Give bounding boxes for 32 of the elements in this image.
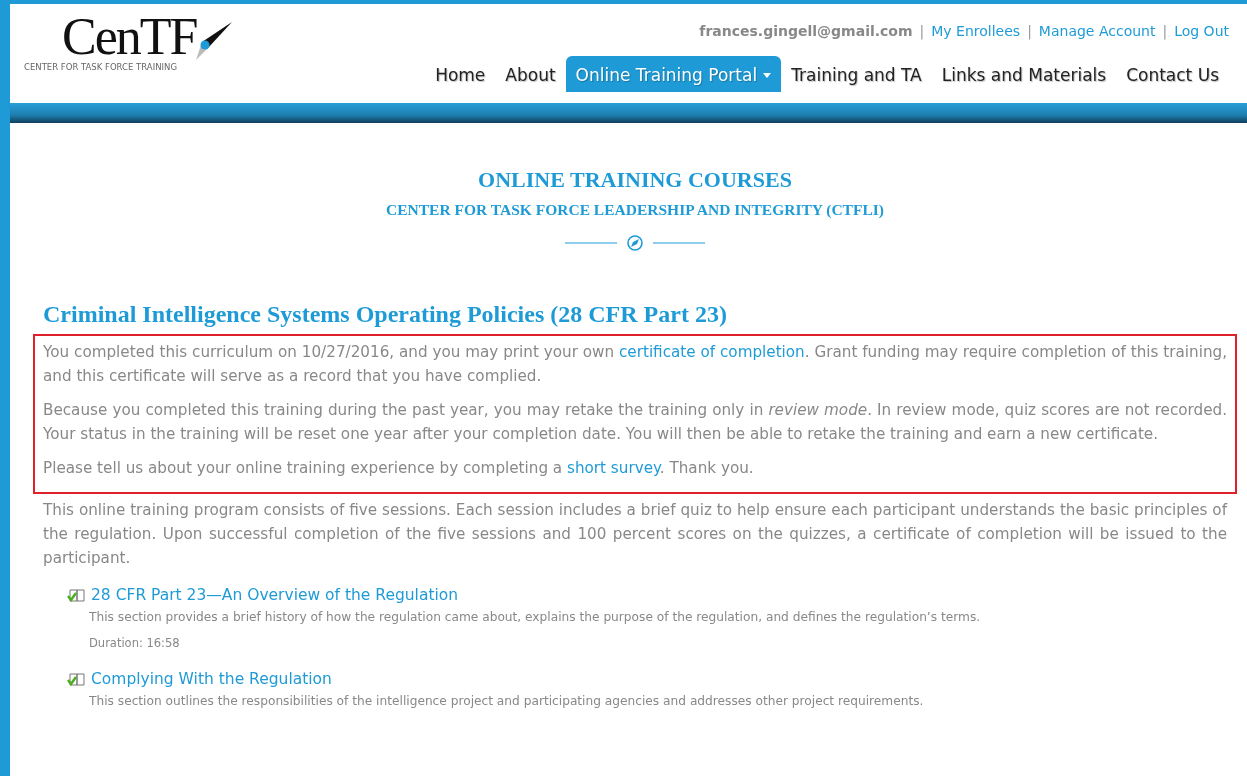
intro-paragraph: This online training program consists of five sessions. Each session includes a brief quiz to help ensure each participant understands the basic principles of the regulation. Upon successful completion of the five sessions and 100 percent scores on the quizzes, a certificate of completion will be issued to the participant. (42, 500, 1229, 569)
account-link[interactable]: Log Out (1174, 23, 1229, 39)
pointer-icon (196, 22, 233, 60)
separator: | (1162, 23, 1168, 39)
nav-tab[interactable]: Online Training Portal (565, 56, 782, 92)
session-link[interactable]: Complying With the Regulation (67, 670, 1237, 688)
nav-tab[interactable]: Contact Us (1116, 56, 1229, 92)
page-subtitle: CENTER FOR TASK FORCE LEADERSHIP AND INTEGRITY (CTFLI) (385, 201, 885, 219)
account-link[interactable]: Manage Account (1038, 23, 1156, 39)
logo-name: CenTF (62, 14, 197, 60)
notice-paragraph: Please tell us about your online training experience by completing a short survey. Thank you. (43, 458, 755, 479)
account-link[interactable]: My Enrollees (931, 23, 1021, 39)
notice-paragraph: Because you completed this training during the past year, you may retake the training only in review mode. In review mode, quiz scores are not recorded. Your status in the training will be reset one year after your completion date. You will then be able to retake the training and earn a new certificate. (43, 400, 1227, 445)
nav-tab[interactable]: Home (425, 56, 496, 92)
session-duration: Duration: 16:58 (89, 636, 181, 650)
course-title: Criminal Intelligence Systems Operating Policies (28 CFR Part 23) (43, 301, 728, 328)
user-email: frances.gingell@gmail.com (699, 23, 913, 39)
nav-tab[interactable]: Links and Materials (931, 56, 1117, 92)
session-description: This section outlines the responsibilities of the intelligence project and participating agencies and addresses other project requirements. (89, 694, 925, 708)
session-link[interactable]: 28 CFR Part 23—An Overview of the Regulation (67, 586, 1237, 604)
book-icon (67, 588, 87, 602)
notice-link[interactable]: short survey (567, 459, 660, 477)
nav-tab[interactable]: About (495, 56, 566, 92)
page-title: ONLINE TRAINING COURSES (477, 167, 793, 193)
logo-tagline: CENTER FOR TASK FORCE TRAINING (24, 62, 178, 72)
notice-link[interactable]: certificate of completion (619, 343, 805, 361)
separator: | (919, 23, 925, 39)
book-icon (67, 672, 87, 686)
session-description: This section provides a brief history of how the regulation came about, explains the purpose of the regulation, and defines the regulation’s terms. (89, 610, 982, 624)
nav-tab[interactable]: Training and TA (781, 56, 932, 92)
notice-paragraph: You completed this curriculum on 10/27/2016, and you may print your own certificate of completion. Grant funding may require completion of this training, and this certificate will serve as a record that you have complied. (43, 342, 1227, 387)
separator: | (1027, 23, 1032, 39)
